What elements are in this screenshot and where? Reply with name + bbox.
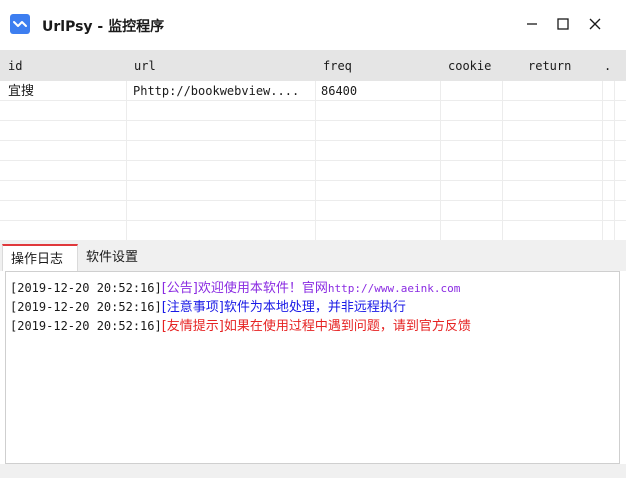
- log-message: [公告]欢迎使用本软件！官网: [161, 281, 328, 296]
- tab-operation-log[interactable]: 操作日志: [2, 244, 78, 271]
- log-entry: [2019-12-20 20:52:16][注意事项]软件为本地处理，并非远程执…: [10, 298, 406, 316]
- url-table[interactable]: id url freq cookie return . 宜搜 Phttp://b…: [0, 50, 626, 240]
- log-entry: [2019-12-20 20:52:16][友情提示]如果在使用过程中遇到问题，…: [10, 317, 471, 335]
- column-header-id[interactable]: id: [0, 50, 126, 81]
- close-button[interactable]: [578, 8, 612, 40]
- log-panel[interactable]: [2019-12-20 20:52:16][公告]欢迎使用本软件！官网http:…: [5, 271, 620, 464]
- table-row-empty[interactable]: [0, 221, 626, 240]
- table-row-empty[interactable]: [0, 181, 626, 201]
- minimize-button[interactable]: [515, 8, 549, 40]
- maximize-button[interactable]: [546, 8, 580, 40]
- table-row-empty[interactable]: [0, 101, 626, 121]
- cell-id: 宜搜: [8, 84, 35, 99]
- log-timestamp: [2019-12-20 20:52:16]: [10, 319, 162, 333]
- maximize-icon: [557, 18, 569, 30]
- tab-software-settings[interactable]: 软件设置: [78, 244, 158, 271]
- log-timestamp: [2019-12-20 20:52:16]: [10, 300, 162, 314]
- column-header-url[interactable]: url: [126, 50, 315, 81]
- cell-url: Phttp://bookwebview....: [133, 84, 300, 98]
- title-bar[interactable]: UrlPsy - 监控程序: [0, 0, 626, 50]
- column-header-cookie[interactable]: cookie: [440, 50, 502, 81]
- cell-freq: 86400: [321, 84, 358, 98]
- table-row[interactable]: 宜搜 Phttp://bookwebview.... 86400: [0, 81, 626, 101]
- minimize-icon: [527, 23, 537, 25]
- close-icon: [589, 18, 601, 30]
- log-message: [注意事项]软件为本地处理，并非远程执行: [161, 300, 406, 315]
- log-timestamp: [2019-12-20 20:52:16]: [10, 281, 162, 295]
- column-header-return[interactable]: return: [502, 50, 602, 81]
- log-entry: [2019-12-20 20:52:16][公告]欢迎使用本软件！官网http:…: [10, 279, 460, 297]
- table-row-empty[interactable]: [0, 121, 626, 141]
- table-row-empty[interactable]: [0, 141, 626, 161]
- column-header-freq[interactable]: freq: [315, 50, 440, 81]
- app-logo-icon: [10, 14, 30, 34]
- table-header: id url freq cookie return .: [0, 50, 626, 81]
- column-header-extra[interactable]: .: [602, 50, 626, 81]
- window-title: UrlPsy - 监控程序: [42, 19, 165, 35]
- window-bottom-edge: [0, 464, 626, 478]
- log-message: [友情提示]如果在使用过程中遇到问题，请到官方反馈: [161, 319, 471, 334]
- table-row-empty[interactable]: [0, 161, 626, 181]
- log-link[interactable]: http://www.aeink.com: [328, 282, 460, 295]
- table-row-empty[interactable]: [0, 201, 626, 221]
